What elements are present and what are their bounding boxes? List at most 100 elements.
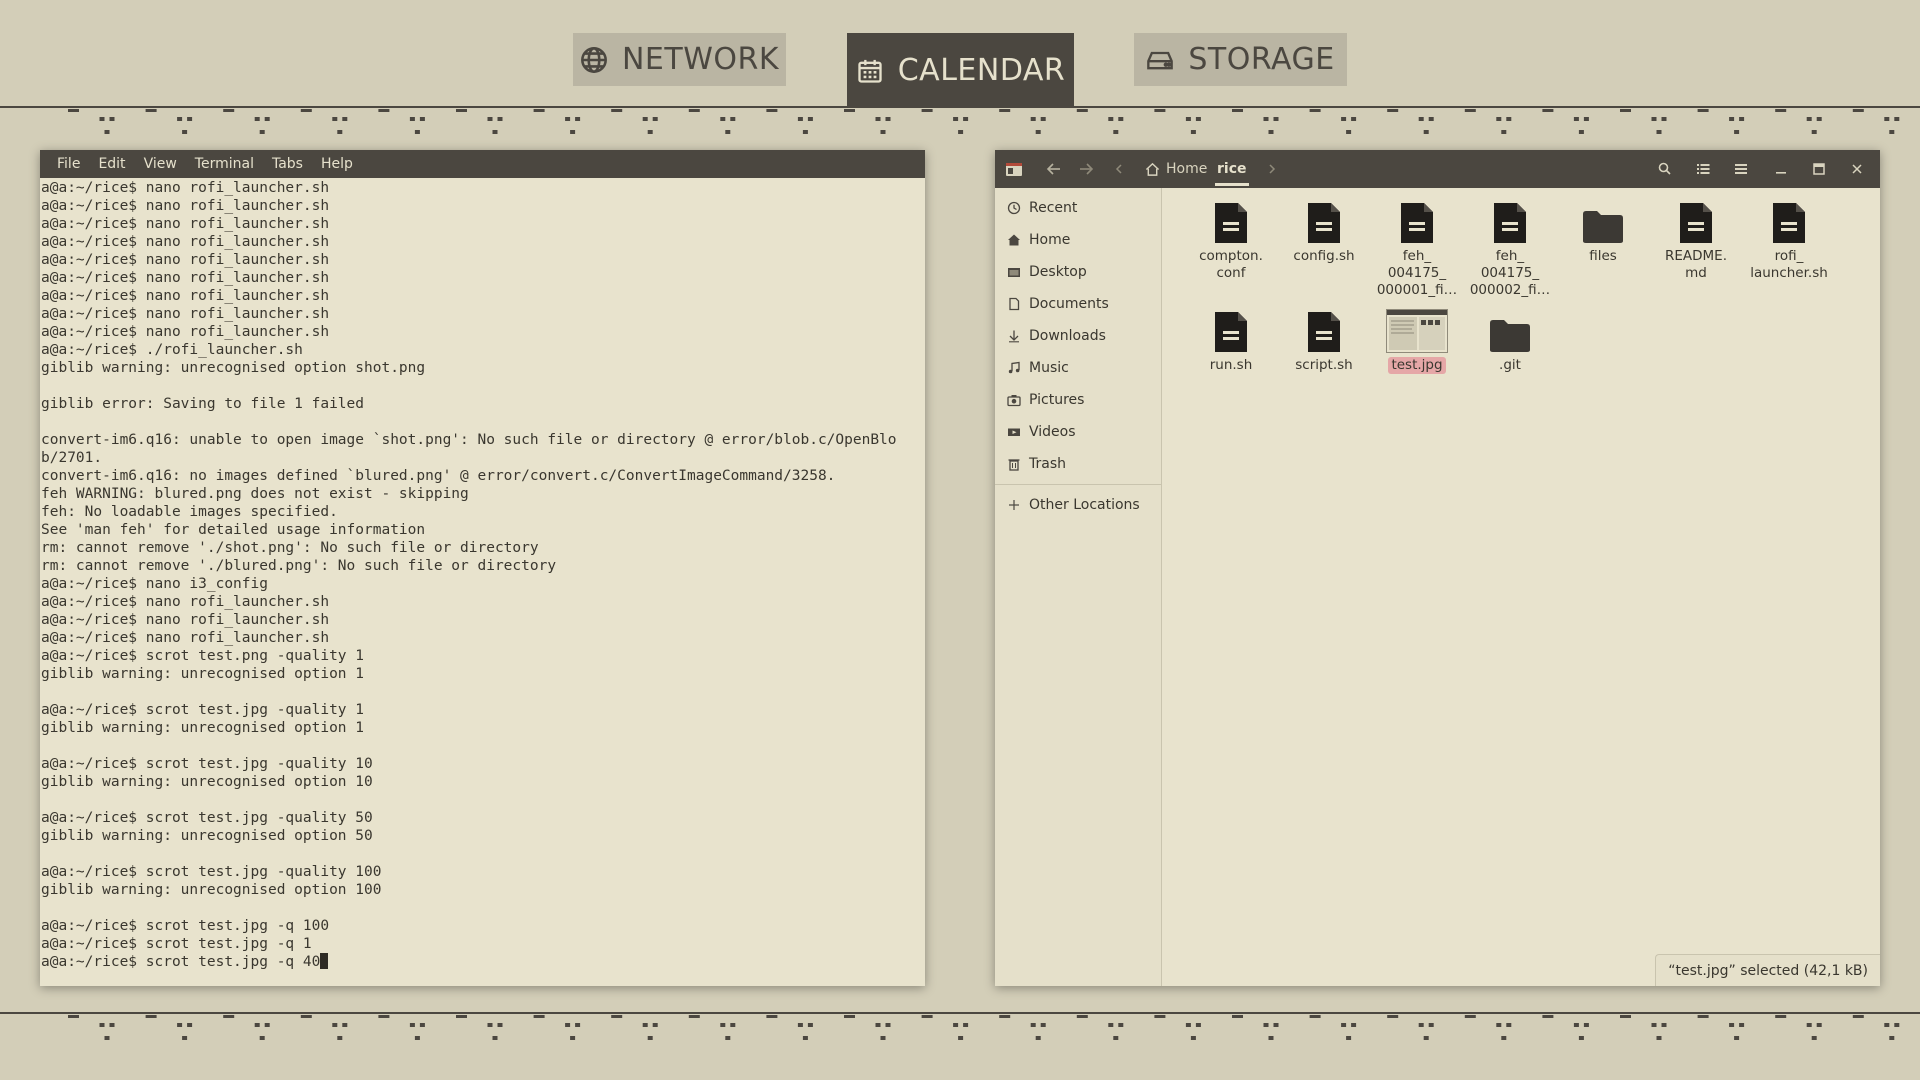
terminal-line: giblib warning: unrecognised option 50 bbox=[41, 828, 373, 844]
file-item[interactable]: compton. conf bbox=[1186, 196, 1276, 282]
minimize-icon[interactable] bbox=[1772, 160, 1790, 178]
decor-dot bbox=[1578, 130, 1584, 134]
sidebar-item-downloads[interactable]: Downloads bbox=[995, 324, 1162, 348]
tab-network[interactable]: NETWORK bbox=[573, 33, 786, 86]
decor-dot bbox=[1729, 1023, 1735, 1027]
decor-dot bbox=[492, 130, 498, 134]
breadcrumb-current[interactable]: rice bbox=[1215, 150, 1249, 188]
terminal-window[interactable]: File Edit View Terminal Tabs Help a@a:~/… bbox=[40, 150, 925, 986]
sidebar-item-other-locations[interactable]: Other Locations bbox=[995, 493, 1162, 517]
hamburger-menu-icon[interactable] bbox=[1732, 160, 1750, 178]
app-menu-icon[interactable] bbox=[1005, 160, 1023, 178]
file-item[interactable]: feh_ 004175_ 000002_fi… bbox=[1465, 196, 1555, 299]
home-icon bbox=[1008, 234, 1020, 246]
decor-dot bbox=[963, 117, 969, 121]
decor-dot bbox=[1113, 130, 1119, 134]
document-file-icon bbox=[1186, 305, 1276, 353]
menu-view[interactable]: View bbox=[135, 156, 186, 172]
decor-dot bbox=[1651, 1023, 1657, 1027]
decor-dot bbox=[259, 1036, 265, 1040]
decor-dot bbox=[414, 1036, 420, 1040]
back-arrow-icon[interactable] bbox=[1045, 160, 1063, 178]
document-icon bbox=[1009, 297, 1020, 311]
menu-terminal[interactable]: Terminal bbox=[186, 156, 263, 172]
menu-tabs[interactable]: Tabs bbox=[263, 156, 312, 172]
decor-dot bbox=[1346, 1036, 1352, 1040]
sidebar-item-home[interactable]: Home bbox=[995, 228, 1162, 252]
decor-dot bbox=[1341, 1023, 1347, 1027]
decor-dot bbox=[1583, 117, 1589, 121]
file-name: feh_ 004175_ 000002_fi… bbox=[1469, 248, 1551, 298]
menu-file[interactable]: File bbox=[48, 156, 89, 172]
decor-dot bbox=[337, 130, 343, 134]
file-name: script.sh bbox=[1295, 357, 1353, 373]
breadcrumb-home[interactable]: Home bbox=[1145, 150, 1207, 188]
terminal-line: See 'man feh' for detailed usage informa… bbox=[41, 522, 426, 538]
decor-dot bbox=[1573, 1023, 1579, 1027]
terminal-line: a@a:~/rice$ nano rofi_launcher.sh bbox=[41, 180, 330, 196]
file-item[interactable]: README. md bbox=[1651, 196, 1741, 282]
file-item[interactable]: script.sh bbox=[1279, 305, 1369, 374]
document-file-icon bbox=[1744, 196, 1834, 244]
decor-dash bbox=[68, 1015, 79, 1018]
decor-dash bbox=[1697, 109, 1709, 112]
tab-storage[interactable]: STORAGE bbox=[1134, 33, 1347, 86]
terminal-output[interactable]: a@a:~/rice$ nano rofi_launcher.sh a@a:~/r… bbox=[40, 178, 907, 986]
decor-dot bbox=[187, 1023, 193, 1027]
document-file-icon bbox=[1465, 196, 1555, 244]
decor-dot bbox=[1195, 117, 1201, 121]
sidebar-item-label: Music bbox=[1029, 360, 1069, 376]
decor-dot bbox=[802, 130, 808, 134]
sidebar-item-pictures[interactable]: Pictures bbox=[995, 388, 1162, 412]
list-view-icon[interactable] bbox=[1694, 160, 1712, 178]
decor-dot bbox=[1734, 1036, 1740, 1040]
sidebar-item-documents[interactable]: Documents bbox=[995, 292, 1162, 316]
close-icon[interactable] bbox=[1848, 160, 1866, 178]
sidebar-item-recent[interactable]: Recent bbox=[995, 196, 1162, 220]
chevron-right-icon[interactable] bbox=[1263, 160, 1281, 178]
file-item[interactable]: config.sh bbox=[1279, 196, 1369, 265]
maximize-icon[interactable] bbox=[1810, 160, 1828, 178]
decor-dot bbox=[570, 130, 576, 134]
file-item[interactable]: feh_ 004175_ 000001_fi… bbox=[1372, 196, 1462, 299]
decor-dash bbox=[1852, 109, 1864, 112]
decor-dot bbox=[1108, 1023, 1114, 1027]
decor-dot bbox=[104, 130, 110, 134]
decor-dot bbox=[720, 1023, 726, 1027]
search-icon[interactable] bbox=[1656, 160, 1674, 178]
terminal-line: giblib error: Saving to file 1 failed bbox=[41, 396, 365, 412]
tab-calendar[interactable]: CALENDAR bbox=[847, 33, 1074, 108]
sidebar-item-music[interactable]: Music bbox=[995, 356, 1162, 380]
decor-dot bbox=[497, 1023, 503, 1027]
file-manager-window[interactable]: Home rice Recent Home Desktop Documents Down… bbox=[995, 150, 1880, 986]
decor-dot bbox=[1418, 1023, 1424, 1027]
decor-dot bbox=[1195, 1023, 1201, 1027]
file-name: run.sh bbox=[1209, 357, 1253, 373]
decor-dot bbox=[1496, 117, 1502, 121]
forward-arrow-icon[interactable] bbox=[1077, 160, 1095, 178]
file-item[interactable]: rofi_ launcher.sh bbox=[1744, 196, 1834, 282]
decor-dot bbox=[1729, 117, 1735, 121]
decor-dash bbox=[766, 109, 778, 112]
decor-dash bbox=[145, 1015, 157, 1018]
decor-dot bbox=[1423, 130, 1429, 134]
sidebar-item-videos[interactable]: Videos bbox=[995, 420, 1162, 444]
places-sidebar: Recent Home Desktop Documents Downloads Music… bbox=[995, 188, 1162, 986]
file-item[interactable]: .git bbox=[1465, 305, 1555, 374]
file-item[interactable]: test.jpg bbox=[1372, 305, 1462, 374]
file-item[interactable]: files bbox=[1558, 196, 1648, 265]
chevron-left-icon[interactable] bbox=[1110, 160, 1128, 178]
sidebar-item-trash[interactable]: Trash bbox=[995, 452, 1162, 476]
decor-dash bbox=[844, 1015, 855, 1018]
decor-dot bbox=[1506, 1023, 1512, 1027]
decor-dot bbox=[1118, 1023, 1124, 1027]
menu-edit[interactable]: Edit bbox=[89, 156, 134, 172]
terminal-line: giblib warning: unrecognised option 1 bbox=[41, 720, 365, 736]
sidebar-item-desktop[interactable]: Desktop bbox=[995, 260, 1162, 284]
decor-dot bbox=[1578, 1036, 1584, 1040]
menu-help[interactable]: Help bbox=[312, 156, 362, 172]
file-item[interactable]: run.sh bbox=[1186, 305, 1276, 374]
terminal-line: a@a:~/rice$ nano rofi_launcher.sh bbox=[41, 612, 330, 628]
